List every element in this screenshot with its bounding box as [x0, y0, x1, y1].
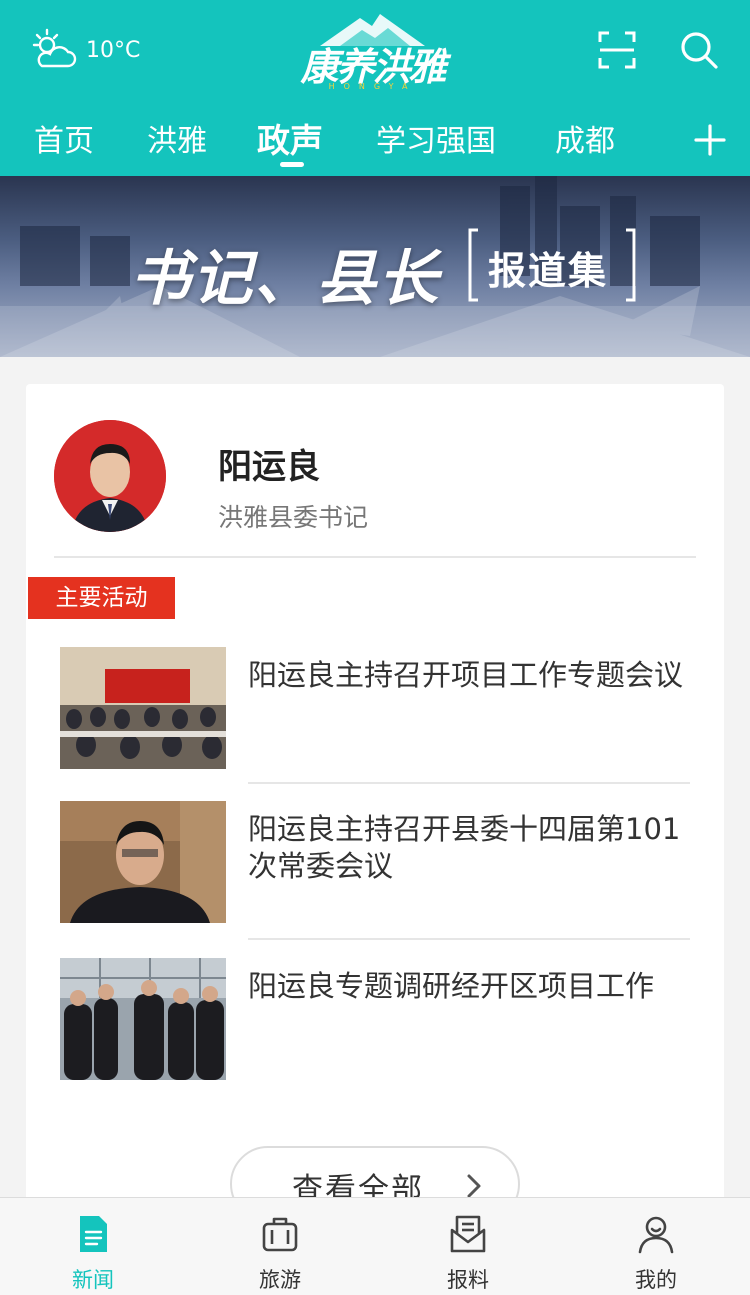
- news-thumbnail: [60, 801, 226, 923]
- active-tab-indicator: [280, 162, 304, 167]
- divider: [54, 556, 696, 558]
- weather-widget[interactable]: 10°C: [30, 28, 140, 72]
- tab-travel-label: 旅游: [259, 1268, 301, 1292]
- app-header: 10°C 康养洪雅 HONGYA 首页 洪雅 政声 学习强国 成都: [0, 0, 750, 176]
- list-item[interactable]: 阳运良主持召开项目工作专题会议: [60, 647, 690, 777]
- leader-card: 阳运良 洪雅县委书记 主要活动 阳运良主持召开项目工作专题会议 阳运良主持召开县…: [26, 384, 724, 1222]
- tab-report-label: 报料: [447, 1268, 489, 1292]
- partly-cloudy-icon: [32, 28, 77, 68]
- suitcase-icon: [262, 1217, 298, 1252]
- tab-mine-label: 我的: [635, 1268, 677, 1292]
- channel-nav: 首页 洪雅 政声 学习强国 成都: [0, 112, 750, 172]
- plus-icon[interactable]: [692, 116, 728, 160]
- scan-icon[interactable]: [597, 30, 637, 70]
- divider: [248, 938, 690, 940]
- tab-news-label: 新闻: [72, 1268, 114, 1292]
- news-title: 阳运良主持召开县委十四届第101次常委会议: [248, 812, 681, 883]
- person-name: 阳运良: [218, 447, 320, 487]
- news-thumbnail: [60, 958, 226, 1080]
- avatar[interactable]: [54, 420, 166, 532]
- news-icon: [80, 1216, 107, 1252]
- list-item[interactable]: 阳运良专题调研经开区项目工作: [60, 958, 690, 1088]
- banner-subtitle: 报道集: [488, 249, 609, 293]
- news-title: 阳运良主持召开项目工作专题会议: [248, 658, 684, 692]
- news-title: 阳运良专题调研经开区项目工作: [248, 969, 655, 1003]
- tab-home[interactable]: 首页: [34, 116, 94, 160]
- banner-subtitle-box: 报道集: [466, 226, 638, 304]
- banner[interactable]: 书记、县长 报道集: [0, 176, 750, 357]
- news-thumbnail: [60, 647, 226, 769]
- tab-hongya[interactable]: 洪雅: [147, 116, 207, 160]
- tab-xuexi-qiangguo[interactable]: 学习强国: [376, 116, 496, 160]
- logo-subtext: HONGYA: [328, 82, 417, 91]
- report-mail-icon: [450, 1215, 486, 1253]
- banner-title: 书记、县长: [130, 244, 440, 314]
- tab-mine[interactable]: 我的: [596, 1198, 716, 1295]
- person-title: 洪雅县委书记: [218, 503, 369, 532]
- app-logo: 康养洪雅 HONGYA: [300, 10, 447, 94]
- search-icon[interactable]: [679, 30, 719, 70]
- tab-travel[interactable]: 旅游: [220, 1198, 340, 1295]
- list-item[interactable]: 阳运良主持召开县委十四届第101次常委会议: [60, 801, 690, 931]
- user-icon: [638, 1216, 674, 1254]
- tab-news[interactable]: 新闻: [33, 1198, 153, 1295]
- bottom-tab-bar: 新闻 旅游 报料 我的: [0, 1197, 750, 1295]
- section-tag: 主要活动: [28, 577, 175, 619]
- divider: [248, 782, 690, 784]
- chevron-right-icon: [467, 1174, 481, 1198]
- portrait-image: [54, 420, 166, 532]
- tab-chengdu[interactable]: 成都: [555, 116, 615, 160]
- tab-report[interactable]: 报料: [408, 1198, 528, 1295]
- tab-zhengsheng[interactable]: 政声: [257, 114, 323, 162]
- temperature-text: 10°C: [86, 37, 141, 63]
